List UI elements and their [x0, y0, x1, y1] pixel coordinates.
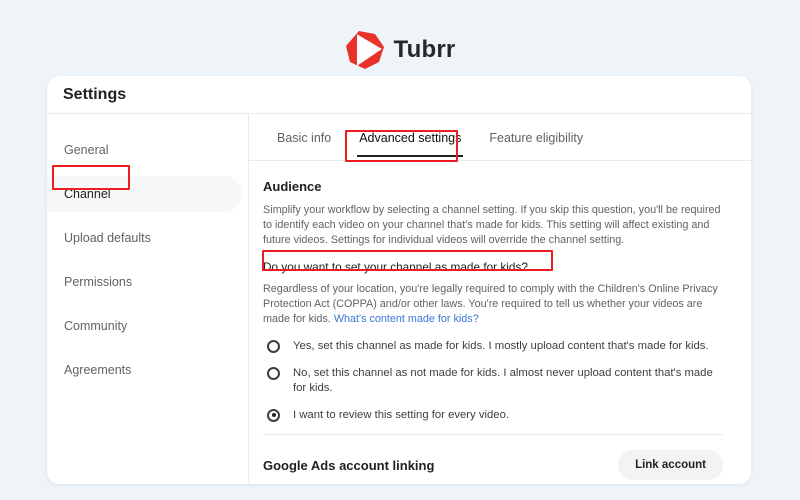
link-account-button[interactable]: Link account	[618, 450, 723, 480]
radio-option-label: No, set this channel as not made for kid…	[293, 366, 713, 395]
tab-label: Basic info	[277, 131, 332, 145]
advanced-settings-content: Audience Simplify your workflow by selec…	[249, 161, 751, 484]
tab-label: Advanced settings	[359, 131, 462, 145]
made-for-kids-question: Do you want to set your channel as made …	[263, 260, 528, 274]
coppa-description: Regardless of your location, you're lega…	[263, 282, 723, 327]
sidebar-item-label: Agreements	[64, 363, 132, 377]
radio-option-no[interactable]: No, set this channel as not made for kid…	[263, 366, 723, 397]
tab-advanced-settings[interactable]: Advanced settings	[345, 131, 475, 157]
sidebar-item-label: Upload defaults	[64, 231, 151, 245]
tab-feature-eligibility[interactable]: Feature eligibility	[475, 131, 597, 156]
page-title: Settings	[63, 85, 127, 103]
radio-button-icon[interactable]	[267, 340, 280, 353]
radio-button-selected-icon[interactable]	[267, 408, 280, 422]
coppa-text: Regardless of your location, you're lega…	[263, 283, 718, 325]
radio-option-label: I want to review this setting for every …	[293, 408, 509, 421]
settings-card: Settings General Channel Upload defaults…	[47, 76, 751, 484]
radio-option-label: Yes, set this channel as made for kids. …	[293, 340, 709, 352]
card-body: General Channel Upload defaults Permissi…	[47, 114, 751, 483]
tab-bar: Basic info Advanced settings Feature eli…	[249, 114, 751, 161]
sidebar-item-community[interactable]: Community	[47, 308, 242, 344]
card-header: Settings	[47, 76, 751, 114]
radio-button-icon[interactable]	[267, 366, 280, 380]
tab-label: Feature eligibility	[489, 131, 584, 145]
settings-main: Basic info Advanced settings Feature eli…	[249, 114, 751, 483]
sidebar-item-channel[interactable]: Channel	[47, 176, 242, 212]
sidebar-item-general[interactable]: General	[47, 132, 242, 168]
radio-option-review-every-video[interactable]: I want to review this setting for every …	[263, 408, 723, 424]
whats-content-made-for-kids-link[interactable]: What's content made for kids?	[334, 313, 479, 325]
screenshot-root: Tubrr Settings General Channel Upload de…	[0, 0, 800, 500]
audience-description: Simplify your workflow by selecting a ch…	[263, 204, 721, 246]
sidebar-item-label: Channel	[64, 187, 111, 201]
tab-basic-info[interactable]: Basic info	[263, 131, 345, 156]
sidebar-item-upload-defaults[interactable]: Upload defaults	[47, 220, 242, 256]
sidebar-item-permissions[interactable]: Permissions	[47, 264, 242, 300]
sidebar-item-label: Community	[64, 319, 128, 333]
tubrr-play-polygon-logo-icon	[345, 30, 385, 70]
google-ads-header: Google Ads account linking Link account	[263, 450, 723, 480]
google-ads-section-title: Google Ads account linking	[263, 457, 435, 473]
sidebar-item-label: General	[64, 143, 109, 157]
brand-header: Tubrr	[0, 30, 800, 70]
sidebar-item-label: Permissions	[64, 275, 133, 289]
radio-option-yes[interactable]: Yes, set this channel as made for kids. …	[263, 339, 723, 355]
sidebar-item-agreements[interactable]: Agreements	[47, 352, 242, 388]
made-for-kids-radio-group: Yes, set this channel as made for kids. …	[263, 339, 723, 423]
audience-section-title: Audience	[263, 179, 322, 194]
brand-name: Tubrr	[393, 36, 456, 63]
settings-sidebar: General Channel Upload defaults Permissi…	[47, 114, 249, 483]
section-divider	[263, 434, 723, 435]
